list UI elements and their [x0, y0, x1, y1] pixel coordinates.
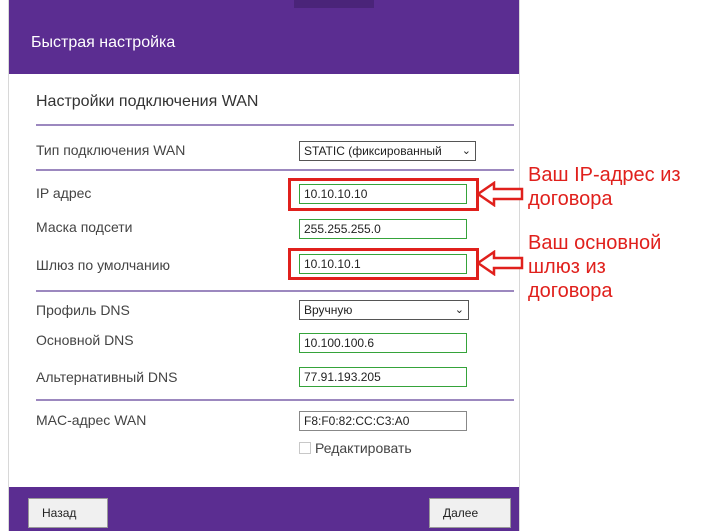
dns-profile-value: Вручную [304, 303, 353, 317]
edit-mac-toggle[interactable]: Редактировать [299, 440, 412, 456]
gateway-highlight-box [288, 248, 479, 280]
quick-setup-dialog: Быстрая настройка Настройки подключения … [8, 0, 520, 531]
ip-note-line2: договора [528, 188, 613, 210]
dialog-title: Быстрая настройка [31, 34, 176, 51]
gateway-arrow-icon [476, 250, 524, 276]
gateway-note-line2: шлюз из [528, 256, 606, 278]
primary-dns-label: Основной DNS [36, 332, 134, 348]
dialog-header: Быстрая настройка [9, 0, 519, 74]
mac-label: MAC-адрес WAN [36, 412, 147, 428]
ip-arrow-icon [476, 181, 524, 207]
ip-highlight-box [288, 178, 479, 211]
gateway-note-line3: договора [528, 280, 613, 302]
gateway-label: Шлюз по умолчанию [36, 257, 171, 273]
edit-mac-checkbox[interactable] [299, 442, 311, 454]
wan-type-value: STATIC (фиксированный [304, 144, 442, 158]
gateway-note: Ваш основной шлюз из договора [528, 231, 661, 303]
next-button[interactable]: Далее [429, 498, 511, 528]
primary-dns-input[interactable]: 10.100.100.6 [299, 333, 467, 353]
ip-note: Ваш IP-адрес из договора [528, 163, 681, 211]
wan-type-select[interactable]: STATIC (фиксированный ⌄ [299, 141, 476, 161]
mac-address-input[interactable]: F8:F0:82:CC:C3:A0 [299, 411, 467, 431]
alt-dns-input[interactable]: 77.91.193.205 [299, 367, 467, 387]
chevron-down-icon: ⌄ [461, 145, 471, 157]
back-button[interactable]: Назад [28, 498, 108, 528]
alt-dns-label: Альтернативный DNS [36, 369, 178, 385]
ip-label: IP адрес [36, 185, 92, 201]
dns-profile-select[interactable]: Вручную ⌄ [299, 300, 469, 320]
subnet-mask-input[interactable]: 255.255.255.0 [299, 219, 467, 239]
dns-profile-label: Профиль DNS [36, 302, 130, 318]
divider-3 [36, 399, 514, 401]
section-title: Настройки подключения WAN [36, 93, 259, 110]
edit-mac-label: Редактировать [315, 440, 412, 456]
header-tab-stub [294, 0, 374, 8]
section-divider [36, 124, 514, 126]
divider-2 [36, 290, 514, 292]
chevron-down-icon: ⌄ [454, 304, 464, 316]
mask-label: Маска подсети [36, 219, 133, 235]
wan-type-label: Тип подключения WAN [36, 142, 186, 158]
ip-note-line1: Ваш IP-адрес из [528, 164, 681, 186]
dialog-footer: Назад Далее [9, 487, 519, 531]
divider-1 [36, 169, 514, 171]
gateway-note-line1: Ваш основной [528, 232, 662, 254]
